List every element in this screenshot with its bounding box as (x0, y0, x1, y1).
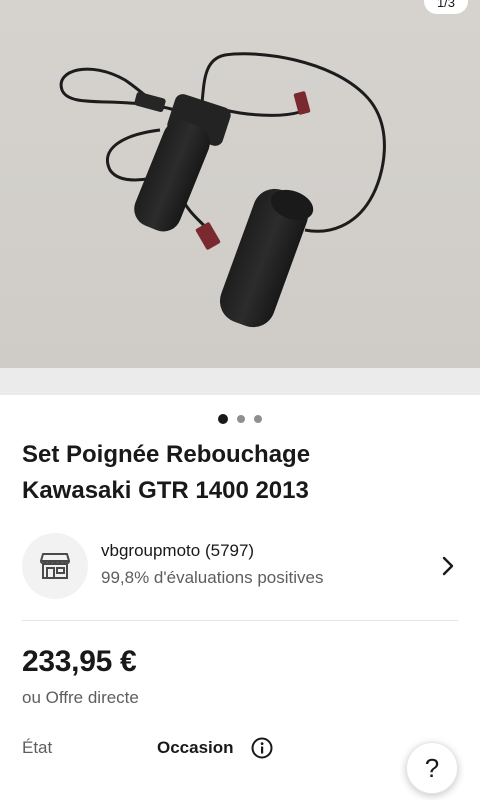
listing-title-line1: Set Poignée Rebouchage (22, 441, 311, 468)
carousel-dot[interactable] (237, 415, 245, 423)
listing-photo[interactable] (0, 0, 480, 368)
image-gallery[interactable]: 1/3 (0, 0, 480, 395)
seller-card[interactable]: vbgroupmoto (5797) 99,8% d'évaluations p… (22, 533, 462, 599)
item-price: 233,95 € (22, 645, 137, 678)
condition-label: État (22, 738, 53, 757)
section-divider (22, 620, 458, 621)
store-icon (40, 553, 70, 579)
help-button[interactable]: ? (406, 742, 458, 794)
condition-value: Occasion (157, 738, 234, 757)
listing-title-line2: Kawasaki GTR 1400 2013 (22, 477, 309, 504)
carousel-dot-active[interactable] (218, 414, 228, 424)
seller-feedback: 99,8% d'évaluations positives (101, 568, 324, 587)
info-icon[interactable] (251, 737, 273, 759)
listing-photo-image (0, 0, 480, 368)
help-button-label: ? (424, 752, 440, 783)
seller-avatar (22, 533, 88, 599)
carousel-indicators (0, 413, 480, 425)
image-counter: 1/3 (424, 0, 468, 14)
listing-title: Set Poignée Rebouchage Kawasaki GTR 1400… (22, 437, 462, 509)
chevron-right-icon[interactable] (438, 554, 458, 578)
best-offer-label: ou Offre directe (22, 688, 139, 707)
seller-name: vbgroupmoto (5797) (101, 541, 255, 560)
carousel-dot[interactable] (254, 415, 262, 423)
